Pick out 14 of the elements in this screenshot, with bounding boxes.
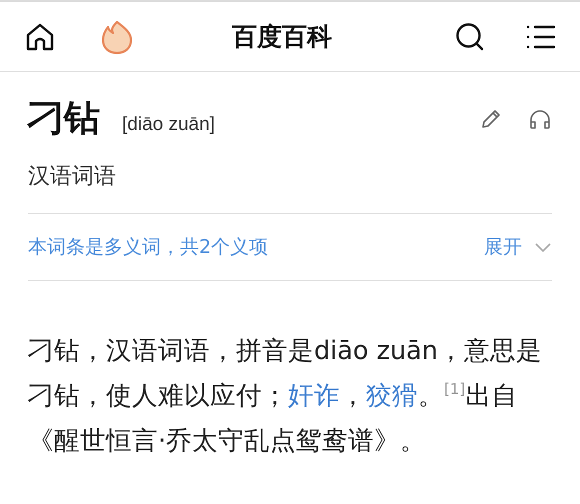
app-title: 百度百科 [231,21,333,53]
entry-title: 刁钻 [28,97,100,141]
flame-icon[interactable] [100,18,134,54]
headphones-icon[interactable] [528,108,552,130]
pencil-icon[interactable] [480,108,502,130]
expand-button[interactable]: 展开 [484,234,552,260]
search-icon[interactable] [454,20,486,52]
definition-paragraph: 刁钻，汉语词语，拼音是diāo zuān，意思是刁钻，使人难以应付；奸诈，狡猾。$^{[1]}$出自《醒世恒言·乔太守乱点鸳鸯谱》。 [28,335,543,458]
term-link[interactable]: 狡猾 [366,381,418,411]
polysemy-note: 本词条是多义词，共2个义项 [28,235,268,260]
entry-category: 汉语词语 [28,161,552,214]
pinyin: [diāo zuān] [122,114,215,136]
citation-mark[interactable]: [1] [444,380,466,398]
term-link[interactable]: 奸诈 [288,381,340,411]
